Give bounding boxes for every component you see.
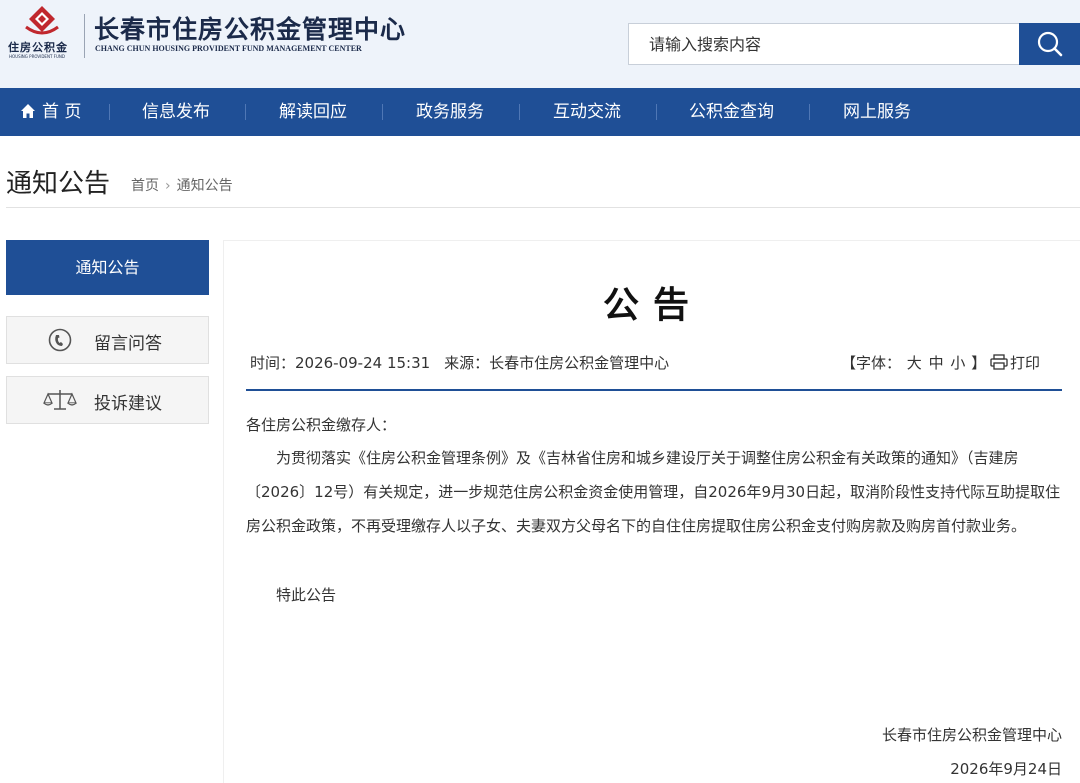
site-title[interactable]: 长春市住房公积金管理中心 [94, 10, 406, 46]
site-header: 住房公积金 HOUSING PROVIDENT FUND 长春市住房公积金管理中… [0, 0, 1080, 88]
nav-item-interpretation[interactable]: 解读回应 [279, 88, 347, 136]
page-title: 通知公告 [6, 169, 111, 199]
nav-divider [382, 104, 383, 120]
search-icon [1037, 31, 1063, 57]
sidebar-item-label: 留言问答 [94, 334, 162, 354]
article-source: 来源：长春市住房公积金管理中心 [444, 354, 670, 372]
nav-divider [109, 104, 110, 120]
publish-time: 时间：2026-09-24 15:31 [250, 354, 431, 372]
font-size-medium[interactable]: 中 [929, 354, 944, 372]
article-signature: 长春市住房公积金管理中心 [881, 726, 1062, 744]
print-label: 打印 [1010, 354, 1041, 372]
printer-icon [990, 354, 1008, 370]
nav-item-interaction[interactable]: 互动交流 [553, 88, 621, 136]
logo-divider [84, 14, 85, 58]
sidebar-item-complaints[interactable]: 投诉建议 [6, 376, 209, 424]
nav-item-fund-query[interactable]: 公积金查询 [689, 88, 774, 136]
nav-item-info[interactable]: 信息发布 [142, 88, 210, 136]
font-size-large[interactable]: 大 [907, 354, 922, 372]
breadcrumb-current[interactable]: 通知公告 [177, 175, 233, 195]
sidebar-item-label: 投诉建议 [94, 394, 162, 414]
logo-icon[interactable] [22, 5, 62, 41]
article-paragraph: 为贯彻落实《住房公积金管理条例》及《吉林省住房和城乡建设厅关于调整住房公积金有关… [246, 449, 1061, 535]
home-icon [21, 104, 35, 118]
article-date: 2026年9月24日 [950, 760, 1062, 778]
logo-text: 住房公积金 [8, 41, 68, 54]
font-size-switcher: 【字体： 大 中 小 】 [841, 352, 986, 373]
logo-subtext: HOUSING PROVIDENT FUND [9, 54, 65, 59]
nav-item-home[interactable]: 首 页 [20, 88, 81, 136]
nav-item-government-services[interactable]: 政务服务 [416, 88, 484, 136]
article-title: 公告 [602, 285, 703, 326]
article-meta: 时间：2026-09-24 15:31 来源：长春市住房公积金管理中心 [250, 352, 683, 373]
scales-icon [43, 390, 77, 410]
nav-divider [245, 104, 246, 120]
article-salutation: 各住房公积金缴存人： [246, 416, 397, 434]
font-size-suffix: 】 [971, 354, 987, 372]
search-button[interactable] [1019, 23, 1080, 65]
breadcrumb: 首页 › 通知公告 [131, 175, 233, 195]
font-size-small[interactable]: 小 [950, 354, 965, 372]
article-closing: 特此公告 [276, 586, 337, 604]
breadcrumb-separator: › [165, 178, 171, 194]
breadcrumb-home[interactable]: 首页 [131, 175, 159, 195]
nav-divider [809, 104, 810, 120]
print-button[interactable]: 打印 [990, 352, 1040, 373]
phone-icon [48, 328, 72, 352]
nav-divider [519, 104, 520, 120]
meta-divider [246, 389, 1062, 391]
search-input[interactable] [629, 24, 1009, 64]
nav-divider [656, 104, 657, 120]
font-size-prefix: 【字体： [841, 354, 902, 372]
main-nav: 首 页 信息发布 解读回应 政务服务 互动交流 公积金查询 网上服务 [0, 88, 1080, 136]
site-subtitle: CHANG CHUN HOUSING PROVIDENT FUND MANAGE… [95, 44, 362, 53]
heading-divider [6, 207, 1080, 208]
search-box [628, 23, 1020, 65]
nav-label: 首 页 [42, 102, 82, 122]
nav-item-online-services[interactable]: 网上服务 [843, 88, 911, 136]
